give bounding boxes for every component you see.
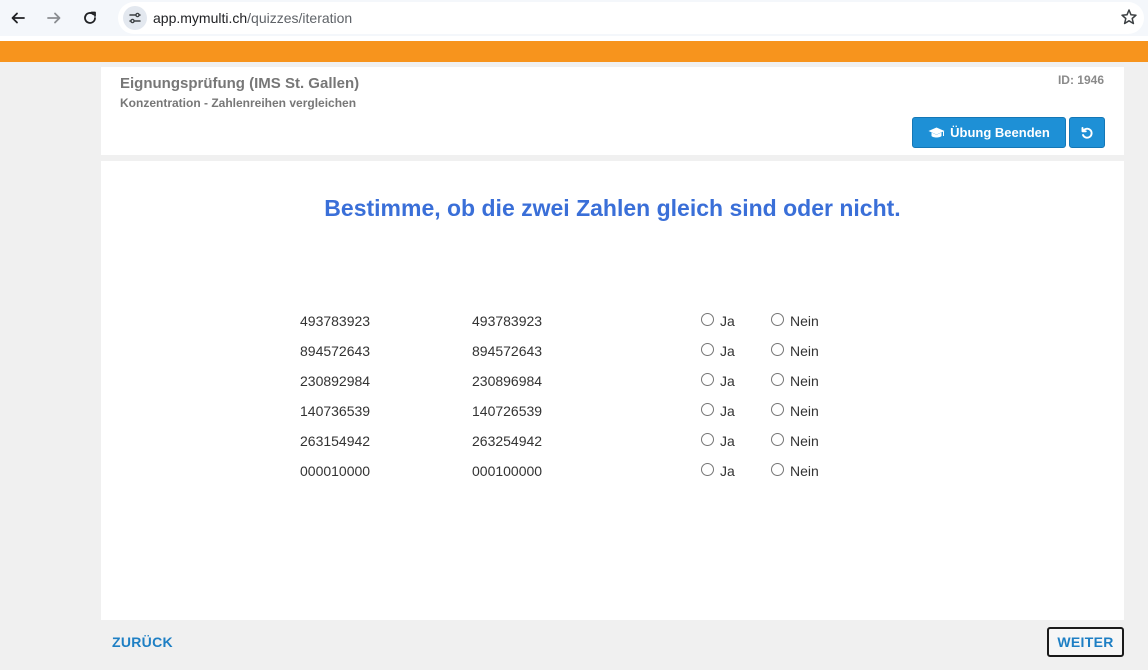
number-right: 000100000 [472,463,543,479]
end-exercise-button[interactable]: Übung Beenden [912,117,1066,148]
radio-nein[interactable] [771,433,784,446]
quiz-content: Bestimme, ob die zwei Zahlen gleich sind… [101,161,1124,620]
radio-nein[interactable] [771,313,784,326]
radio-ja[interactable] [701,373,714,386]
next-button[interactable]: WEITER [1047,627,1124,657]
number-right: 263254942 [472,433,543,449]
comparison-row: 894572643 894572643 Ja Nein [101,336,1124,366]
restart-icon [1081,126,1093,139]
graduation-cap-icon [928,127,945,137]
quiz-id: ID: 1946 [1057,73,1104,87]
label-nein[interactable]: Nein [790,313,819,329]
label-ja[interactable]: Ja [720,313,735,329]
number-left: 894572643 [300,343,371,359]
site-settings-icon[interactable] [123,6,147,30]
label-ja[interactable]: Ja [720,463,735,479]
comparison-row: 493783923 493783923 Ja Nein [101,306,1124,336]
quiz-title: Eignungsprüfung (IMS St. Gallen) [120,75,360,92]
brand-bar [0,41,1148,62]
label-ja[interactable]: Ja [720,403,735,419]
radio-ja[interactable] [701,433,714,446]
restart-button[interactable] [1069,117,1105,148]
comparison-row: 230892984 230896984 Ja Nein [101,366,1124,396]
url-domain: app.mymulti.ch [153,10,248,26]
number-right: 230896984 [472,373,543,389]
label-nein[interactable]: Nein [790,343,819,359]
back-button[interactable]: ZURÜCK [112,634,173,650]
label-ja[interactable]: Ja [720,433,735,449]
number-left: 140736539 [300,403,371,419]
label-ja[interactable]: Ja [720,343,735,359]
number-left: 493783923 [300,313,371,329]
radio-nein[interactable] [771,463,784,476]
comparison-row: 140736539 140726539 Ja Nein [101,396,1124,426]
number-right: 140726539 [472,403,543,419]
number-left: 230892984 [300,373,371,389]
number-right: 493783923 [472,313,543,329]
address-bar[interactable]: app.mymulti.ch/quizzes/iteration [118,2,1144,34]
bookmark-star-icon[interactable] [1120,8,1138,31]
back-arrow-icon[interactable] [6,6,30,30]
radio-ja[interactable] [701,313,714,326]
label-nein[interactable]: Nein [790,433,819,449]
instruction-heading: Bestimme, ob die zwei Zahlen gleich sind… [324,195,901,221]
reload-icon[interactable] [78,6,102,30]
label-ja[interactable]: Ja [720,373,735,389]
url-path: /quizzes/iteration [247,10,353,26]
number-right: 894572643 [472,343,543,359]
label-nein[interactable]: Nein [790,403,819,419]
forward-arrow-icon[interactable] [42,6,66,30]
label-nein[interactable]: Nein [790,463,819,479]
comparison-row: 000010000 000100000 Ja Nein [101,456,1124,486]
label-nein[interactable]: Nein [790,373,819,389]
radio-nein[interactable] [771,343,784,356]
end-exercise-label: Übung Beenden [950,125,1050,140]
radio-ja[interactable] [701,463,714,476]
number-left: 263154942 [300,433,371,449]
url-text: app.mymulti.ch/quizzes/iteration [153,10,352,26]
radio-ja[interactable] [701,343,714,356]
quiz-header: Eignungsprüfung (IMS St. Gallen) Konzent… [101,67,1124,155]
quiz-subtitle: Konzentration - Zahlenreihen vergleichen [120,96,357,110]
radio-nein[interactable] [771,373,784,386]
comparison-row: 263154942 263254942 Ja Nein [101,426,1124,456]
browser-toolbar: app.mymulti.ch/quizzes/iteration [0,0,1148,36]
radio-ja[interactable] [701,403,714,416]
radio-nein[interactable] [771,403,784,416]
number-left: 000010000 [300,463,371,479]
